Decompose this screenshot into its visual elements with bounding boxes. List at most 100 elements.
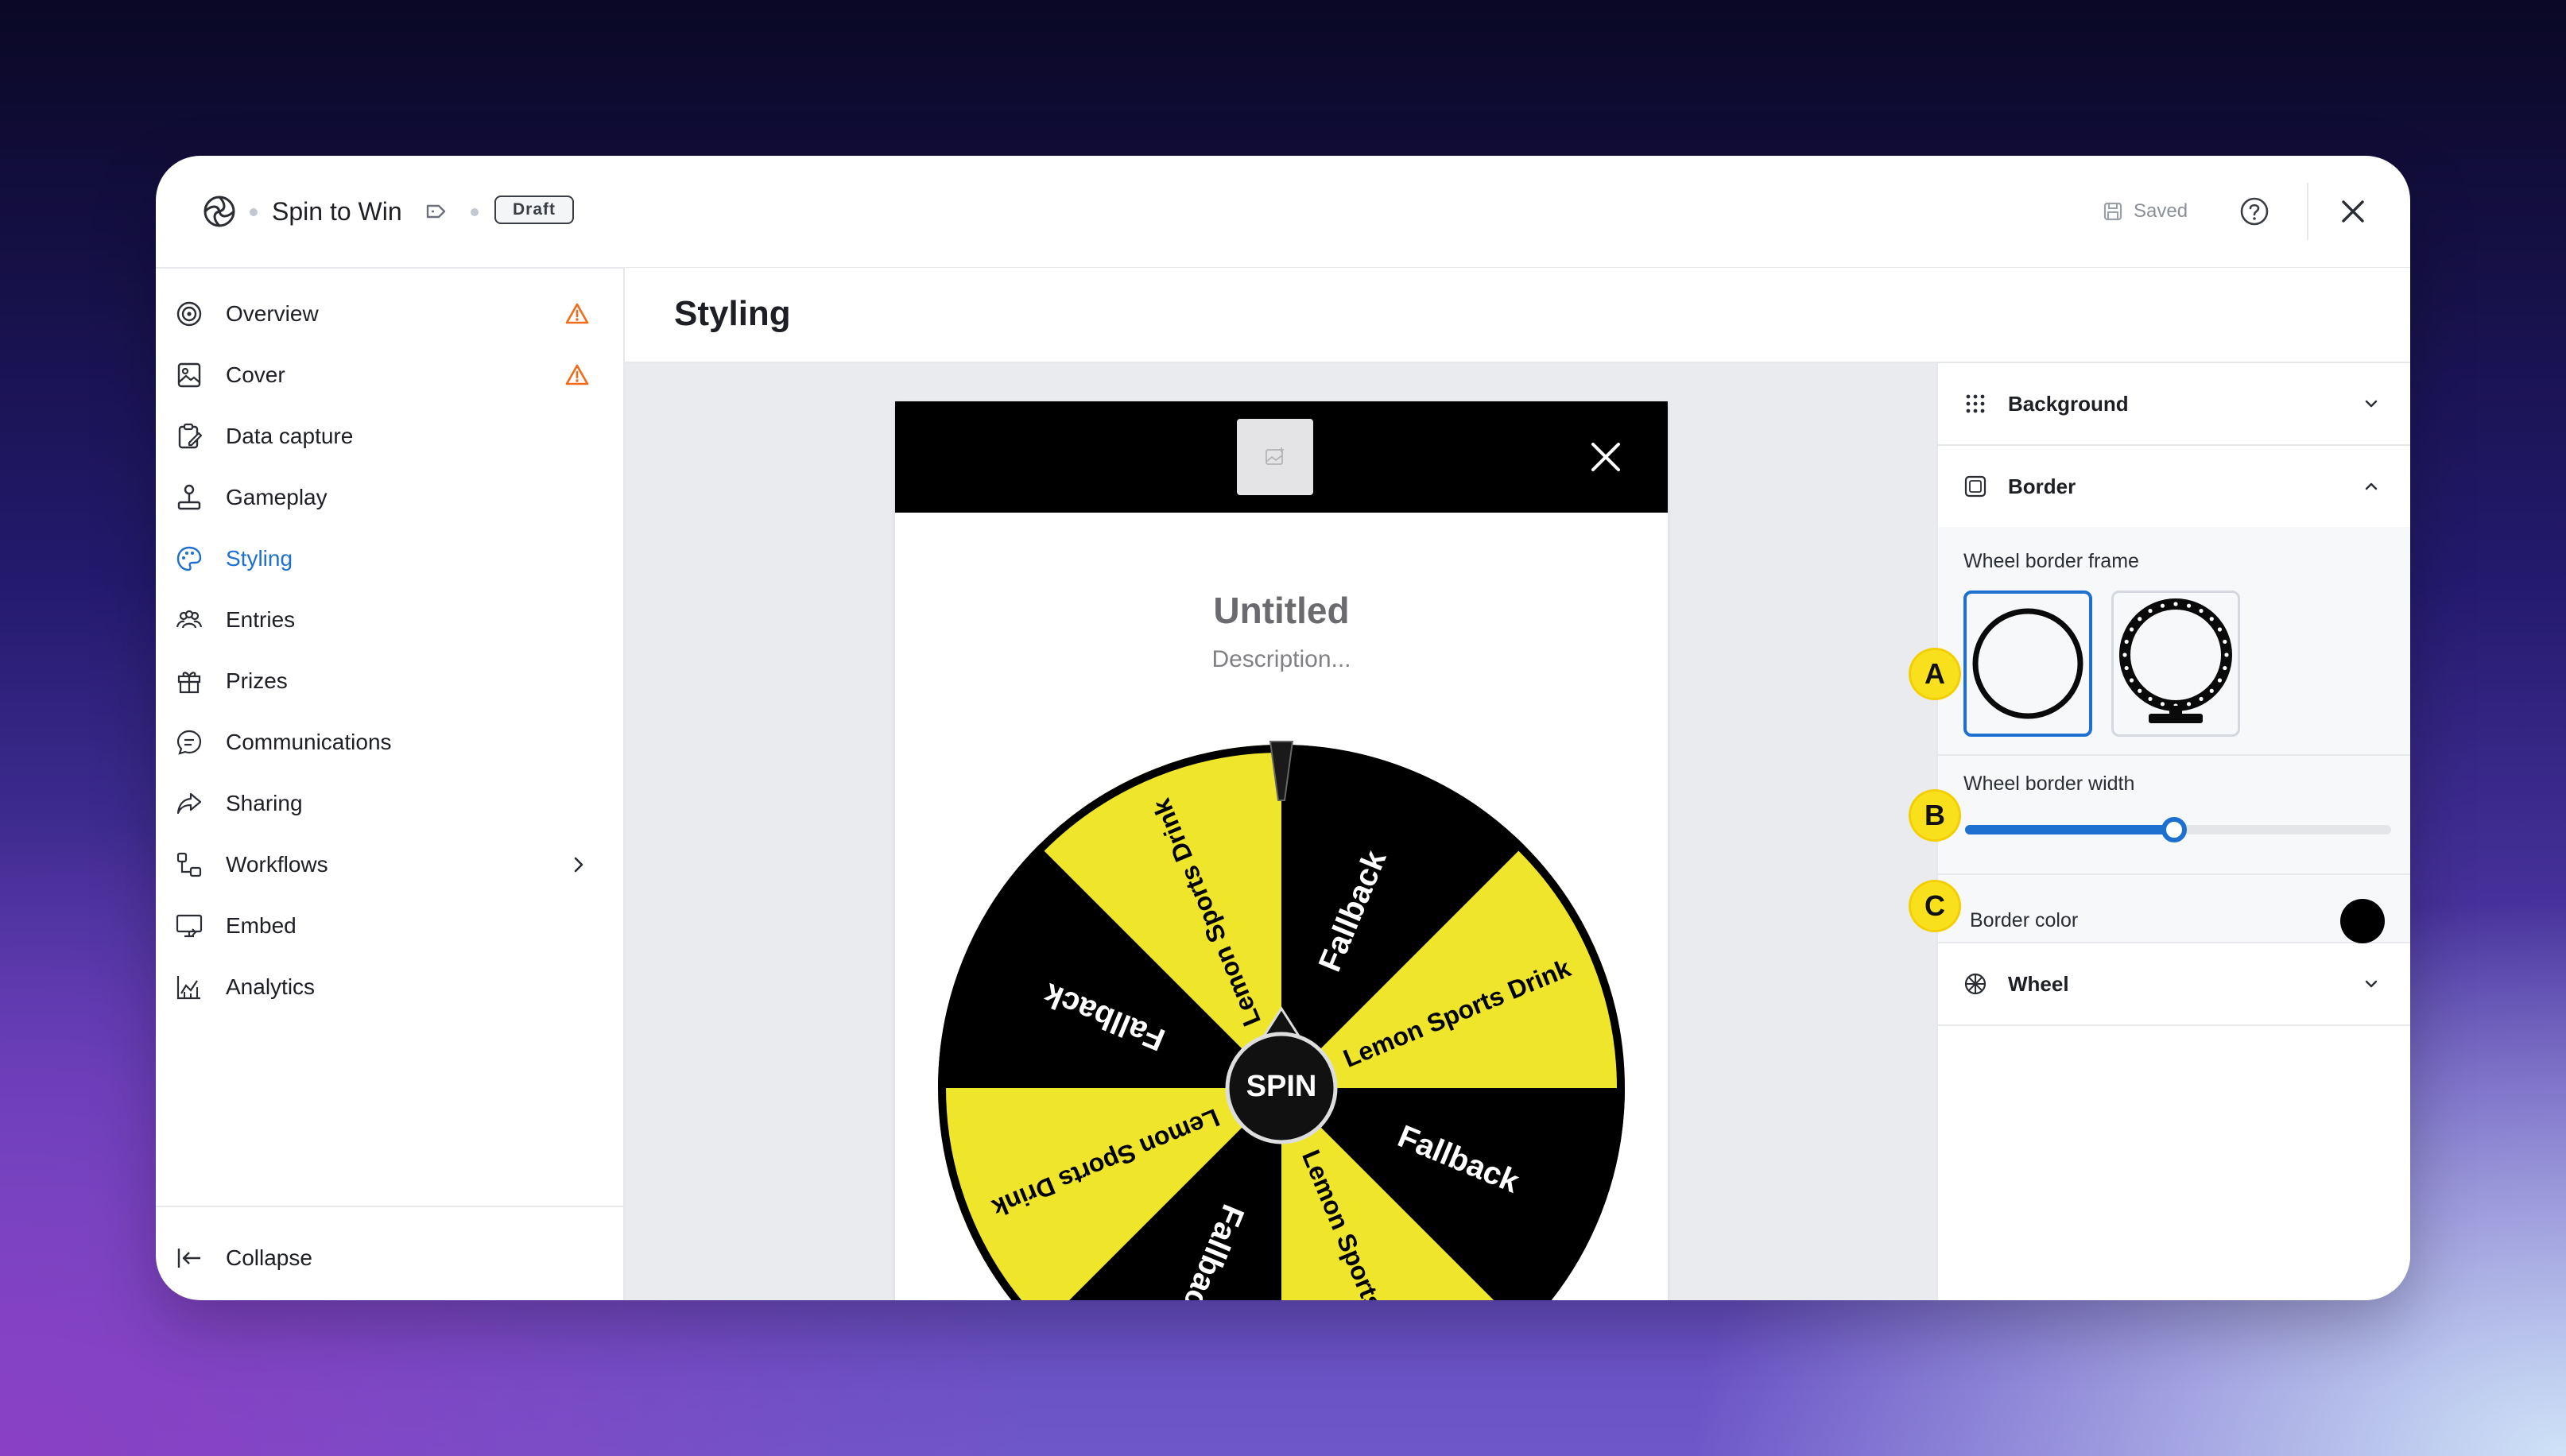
sidebar-item-label: Prizes [226, 668, 288, 693]
sidebar-item-label: Cover [226, 362, 285, 387]
sidebar-item-label: Sharing [226, 791, 303, 815]
chevron-down-icon [2365, 980, 2378, 988]
plain-ring-icon [1972, 608, 2083, 719]
game-preview: Untitled Description... Fallback Lemon Sp… [895, 401, 1668, 1300]
chevron-right-icon[interactable] [568, 854, 590, 876]
frame-label: Wheel border frame [1963, 550, 2139, 572]
sidebar-item-analytics[interactable]: Analytics [156, 957, 623, 1017]
sidebar-item-communications[interactable]: Communications [156, 712, 623, 773]
collapse-icon [177, 1249, 200, 1268]
sidebar-item-label: Overview [226, 301, 319, 326]
sidebar-item-sharing[interactable]: Sharing [156, 773, 623, 834]
slider-thumb[interactable] [2161, 817, 2187, 842]
sidebar-item-prizes[interactable]: Prizes [156, 651, 623, 711]
frame-bulb [2217, 627, 2223, 632]
sidebar-item-styling[interactable]: Styling [156, 529, 623, 589]
palette-icon [176, 546, 202, 571]
status-badge: Draft [494, 196, 574, 224]
frame-option-plain[interactable] [1963, 591, 2092, 737]
sidebar-item-label: Entries [226, 607, 296, 632]
preview-close-icon[interactable] [1585, 436, 1626, 478]
sidebar-item-gameplay[interactable]: Gameplay [156, 467, 623, 528]
border-color-swatch[interactable] [2340, 899, 2385, 943]
image-placeholder-icon [1266, 447, 1284, 465]
sidebar-item-label: Styling [226, 546, 293, 571]
separator-dot [250, 208, 258, 216]
app-logo-icon[interactable] [202, 194, 237, 229]
sidebar-item-workflows[interactable]: Workflows [156, 834, 623, 895]
chevron-up-icon [2365, 482, 2378, 490]
preview-canvas: Untitled Description... Fallback Lemon Sp… [625, 363, 1936, 1300]
save-icon [2103, 202, 2122, 221]
sidebar-item-entries[interactable]: Entries [156, 590, 623, 650]
frame-bulb [2186, 603, 2192, 608]
frame-bulb [2124, 665, 2129, 671]
frame-bulb [2186, 702, 2192, 707]
light-ring-icon [2119, 598, 2232, 723]
sidebar-item-label: Data capture [226, 424, 354, 448]
frame-bulb [2199, 696, 2204, 702]
frame-bulb [2217, 678, 2223, 683]
slider-fill [1965, 825, 2174, 834]
help-icon[interactable] [2238, 196, 2270, 227]
frame-bulb [2209, 688, 2214, 693]
warning-icon [565, 303, 589, 324]
frame-bulb [2148, 696, 2153, 702]
sidebar-item-label: Communications [226, 730, 392, 754]
sidebar-item-embed[interactable]: Embed [156, 896, 623, 956]
frame-option-lights[interactable] [2111, 591, 2240, 737]
preview-title: Untitled [1213, 590, 1350, 631]
wheel-icon [1964, 973, 1987, 995]
chart-icon [176, 976, 200, 1000]
frame-bulb [2224, 652, 2229, 657]
frame-bulb [2138, 688, 2142, 693]
titlebar-divider [2307, 183, 2308, 240]
app-window: Spin to Win Draft Saved Overview Cover D… [156, 156, 2410, 1300]
message-icon [176, 730, 202, 755]
chevron-down-icon [2365, 400, 2378, 408]
sidebar-item-data-capture[interactable]: Data capture [156, 406, 623, 467]
page-header: Styling [625, 268, 2410, 363]
frame-bulb [2160, 702, 2165, 707]
frame-bulb [2209, 617, 2214, 622]
sidebar-item-overview[interactable]: Overview [156, 284, 623, 344]
border-frame-icon [1964, 475, 1987, 498]
collapse-button[interactable]: Collapse [156, 1228, 623, 1288]
close-icon[interactable] [2334, 192, 2372, 230]
sidebar-divider [156, 1206, 623, 1207]
frame-bulb [2129, 678, 2134, 683]
border-section-header[interactable]: Border [1938, 446, 2410, 529]
section-divider [1938, 754, 2410, 756]
sidebar-item-label: Workflows [226, 852, 328, 877]
game-title[interactable]: Spin to Win [272, 194, 402, 229]
tag-icon[interactable] [423, 199, 448, 224]
frame-bulb [2160, 603, 2165, 608]
frame-bulb [2173, 602, 2178, 606]
workflow-icon [176, 852, 202, 877]
background-section-header[interactable]: Background [1938, 363, 2410, 446]
clipboard-edit-icon [178, 423, 203, 449]
frame-bulb [2199, 608, 2204, 614]
border-width-slider[interactable] [1965, 817, 2391, 842]
wheel-section-header[interactable]: Wheel [1938, 943, 2410, 1026]
section-divider [1938, 873, 2410, 875]
sidebar-item-label: Analytics [226, 974, 316, 999]
logo-placeholder[interactable] [1237, 419, 1313, 495]
grid-dots-icon [1966, 394, 1985, 413]
gift-icon [177, 672, 201, 694]
spin-button-label[interactable]: SPIN [1246, 1070, 1317, 1103]
marker-b: B [1911, 792, 1959, 839]
sidebar: Overview Cover Data capture Gameplay Sty… [156, 268, 625, 1300]
saved-status: Saved [2134, 200, 2188, 222]
joystick-icon [177, 484, 201, 510]
frame-bulb [2124, 639, 2129, 645]
prize-wheel[interactable]: FallbackLemon Sports DrinkFallbackLemon … [895, 735, 1668, 1300]
users-icon [176, 610, 203, 629]
width-label: Wheel border width [1963, 773, 2135, 795]
color-label: Border color [1970, 909, 2079, 931]
title-bar: Spin to Win Draft Saved [156, 156, 2410, 269]
collapse-label: Collapse [226, 1245, 312, 1270]
sidebar-item-cover[interactable]: Cover [156, 345, 623, 405]
page-title: Styling [674, 294, 791, 333]
settings-panel: Background Border Wheel border frame Whe… [1936, 363, 2410, 1300]
